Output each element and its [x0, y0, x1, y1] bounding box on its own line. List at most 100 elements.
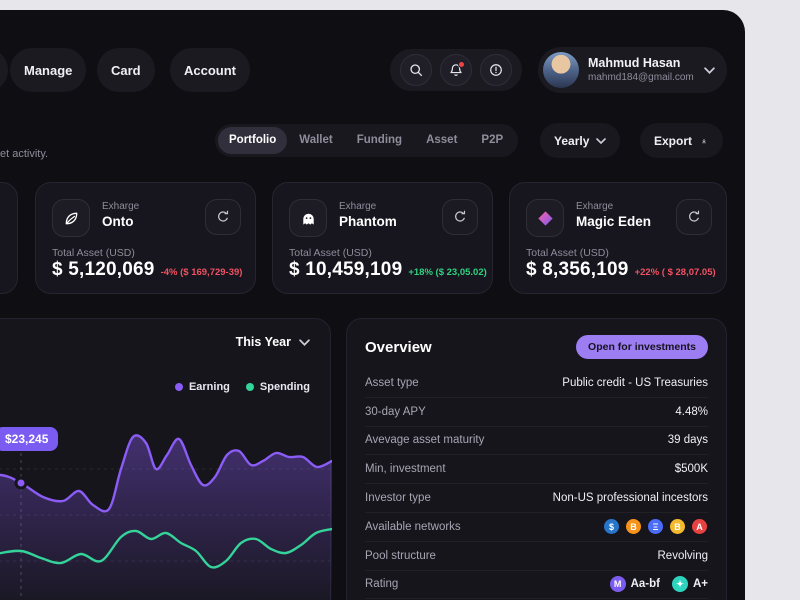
wallet-card-onto[interactable]: Exharge Onto Total Asset (USD) $ 5,120,0… [35, 182, 256, 294]
total-asset-amount: $ 8,356,109 [526, 259, 629, 280]
total-asset-label: Total Asset (USD) [526, 247, 609, 259]
activity-hint-text: et activity. [0, 148, 49, 160]
period-dropdown-value: Yearly [554, 133, 590, 148]
card-wallet-name: Onto [102, 214, 134, 229]
user-email: mahmd184@gmail.com [588, 71, 694, 83]
card-wallet-name: Phantom [339, 214, 397, 229]
legend-label: Earning [188, 381, 230, 393]
sync-button[interactable] [205, 199, 241, 235]
open-investments-badge: Open for investments [576, 335, 708, 359]
sync-button[interactable] [676, 199, 712, 235]
overview-row-asset-type: Asset type Public credit - US Treasuries [365, 369, 708, 398]
chevron-down-icon [299, 338, 310, 346]
user-avatar [543, 52, 579, 88]
row-value: 4.48% [675, 405, 708, 418]
header-icon-cluster [390, 49, 522, 91]
screenshot-stage: Manage Card Account Mahmud Hasan mahmd18… [0, 0, 800, 600]
row-value: Non-US professional incestors [552, 492, 708, 505]
rating-text: Aa-bf [630, 578, 660, 591]
overview-row-pool-structure: Pool structure Revolving [365, 542, 708, 571]
card-wallet-name: Magic Eden [576, 214, 652, 229]
tab-funding[interactable]: Funding [345, 127, 414, 154]
portfolio-tab-bar: Portfolio Wallet Funding Asset P2P [215, 124, 519, 157]
avalanche-icon: A [691, 518, 708, 536]
tab-portfolio[interactable]: Portfolio [218, 127, 288, 154]
nav-item-label: Card [111, 62, 141, 78]
row-label: Min, investment [365, 463, 446, 476]
nav-item-fragment[interactable] [0, 48, 8, 92]
row-value: 39 days [667, 434, 708, 447]
row-value: Public credit - US Treasuries [562, 376, 708, 389]
search-button[interactable] [400, 54, 432, 86]
wallet-card-magic-eden[interactable]: Exharge Magic Eden Total Asset (USD) $ 8… [509, 182, 727, 294]
search-icon [410, 64, 423, 77]
rating-badges: M Aa-bf ✦ A+ [609, 576, 708, 593]
chart-tooltip: $23,245 [0, 427, 59, 451]
tab-wallet[interactable]: Wallet [287, 127, 344, 154]
card-brand: Exharge [102, 201, 140, 212]
refresh-icon [689, 210, 700, 222]
refresh-icon [218, 210, 229, 222]
app-canvas: Manage Card Account Mahmud Hasan mahmd18… [0, 10, 745, 600]
network-icons: $ B Ξ B A [598, 518, 708, 536]
overview-row-maturity: Avevage asset maturity 39 days [365, 427, 708, 456]
legend-earning: Earning [174, 381, 230, 393]
magic-eden-icon [526, 199, 564, 237]
total-asset-label: Total Asset (USD) [289, 247, 372, 259]
row-value: Revolving [657, 549, 709, 562]
rating-agency-icon: ✦ [671, 576, 688, 593]
user-profile-menu[interactable]: Mahmud Hasan mahmd184@gmail.com [538, 47, 727, 93]
rating-text: A+ [692, 578, 708, 591]
overview-row-apy: 30-day APY 4.48% [365, 398, 708, 427]
tab-asset[interactable]: Asset [414, 127, 469, 154]
nav-item-manage[interactable]: Manage [10, 48, 87, 92]
export-button[interactable]: Export [640, 123, 724, 158]
asset-change: +18% ($ 23,05.02) [408, 267, 487, 278]
overview-row-investor-type: Investor type Non-US professional incest… [365, 484, 708, 513]
chevron-down-icon [704, 66, 715, 74]
row-label: Investor type [365, 492, 431, 505]
alerts-button[interactable] [480, 54, 512, 86]
notification-dot [458, 61, 465, 68]
spending-dot-icon [245, 383, 254, 391]
tab-p2p[interactable]: P2P [469, 127, 515, 154]
row-label: Rating [365, 578, 399, 591]
overview-row-networks: Available networks $ B Ξ B A [365, 513, 708, 542]
notifications-button[interactable] [440, 54, 472, 86]
sync-button[interactable] [442, 199, 478, 235]
wallet-card-fragment[interactable] [0, 182, 18, 294]
chevron-down-icon [596, 137, 607, 144]
nav-item-card[interactable]: Card [97, 48, 155, 92]
ethereum-icon: Ξ [647, 518, 664, 536]
card-brand: Exharge [576, 201, 614, 212]
overview-title: Overview [365, 338, 432, 356]
export-button-label: Export [654, 133, 693, 148]
rating-agency-icon: M [609, 576, 626, 593]
total-asset-label: Total Asset (USD) [52, 247, 135, 259]
bnb-icon: B [669, 518, 686, 536]
refresh-icon [455, 210, 466, 222]
earning-area [0, 435, 332, 600]
nav-item-account[interactable]: Account [170, 48, 250, 92]
earnings-chart-panel: This Year Earning Spending $23,245 [0, 318, 332, 600]
overview-row-rating: Rating M Aa-bf ✦ A+ [365, 571, 708, 600]
earning-marker-dot [14, 476, 28, 490]
usdc-icon: $ [603, 518, 620, 536]
chart-period-dropdown[interactable]: This Year [236, 335, 310, 349]
nav-item-label: Manage [24, 62, 73, 78]
legend-spending: Spending [245, 381, 310, 393]
bitcoin-icon: B [625, 518, 642, 536]
total-asset-amount: $ 5,120,069 [52, 259, 155, 280]
wallet-card-phantom[interactable]: Exharge Phantom Total Asset (USD) $ 10,4… [272, 182, 493, 294]
chart-legend: Earning Spending [174, 381, 310, 393]
earning-dot-icon [174, 383, 183, 391]
row-label: Available networks [365, 520, 461, 533]
row-label: 30-day APY [365, 405, 426, 418]
overview-panel: Overview Open for investments Asset type… [346, 318, 727, 600]
period-dropdown[interactable]: Yearly [540, 123, 621, 158]
phantom-ghost-icon [289, 199, 327, 237]
row-value: $500K [674, 463, 708, 476]
overview-rows: Asset type Public credit - US Treasuries… [347, 369, 726, 600]
download-icon [702, 138, 706, 143]
total-asset-amount: $ 10,459,109 [289, 259, 403, 280]
